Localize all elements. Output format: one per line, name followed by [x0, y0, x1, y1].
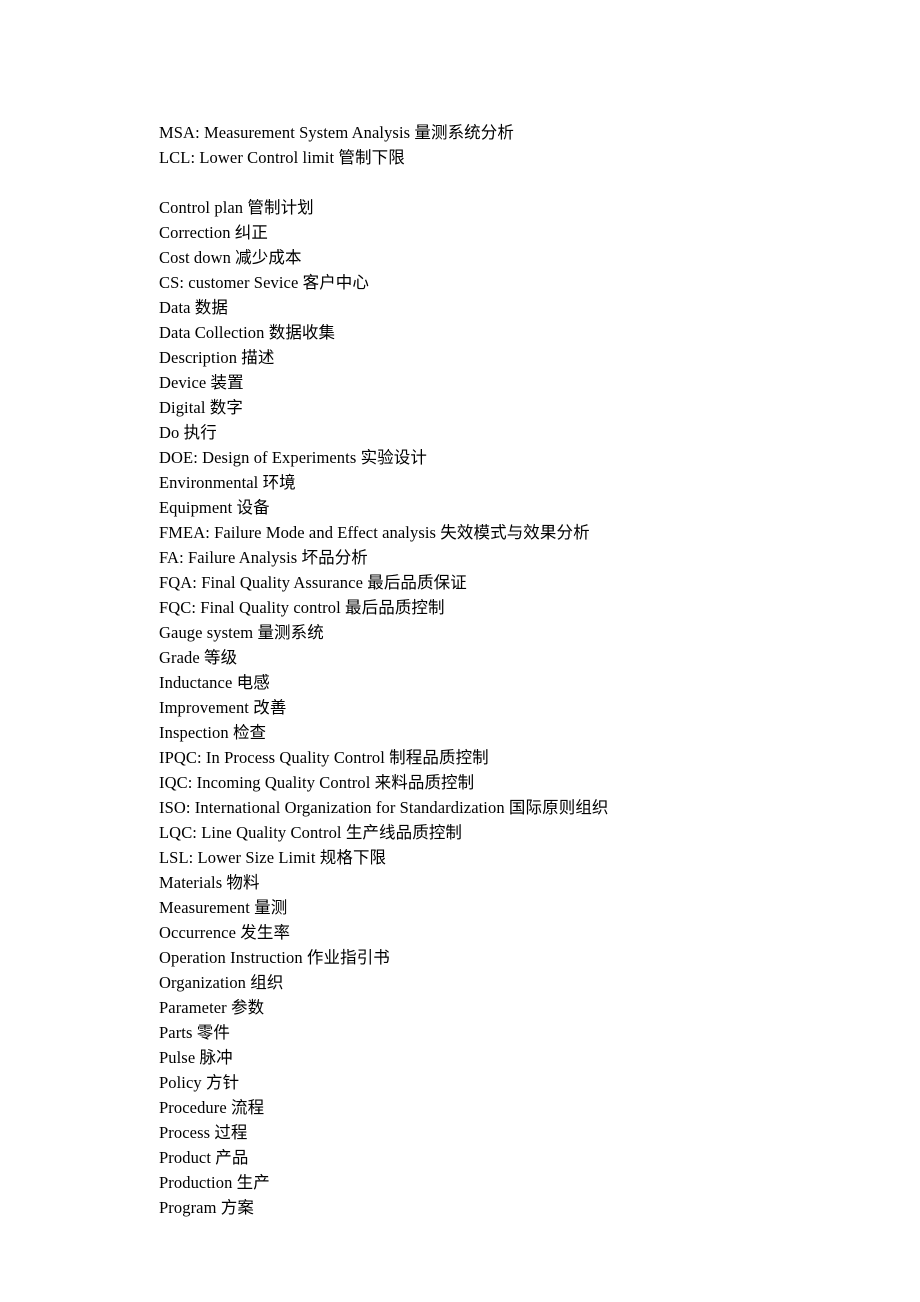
glossary-line: Policy 方针	[159, 1070, 920, 1095]
glossary-line: Process 过程	[159, 1120, 920, 1145]
glossary-line: FA: Failure Analysis 坏品分析	[159, 545, 920, 570]
glossary-line: Measurement 量测	[159, 895, 920, 920]
document-content: MSA: Measurement System Analysis 量测系统分析L…	[159, 120, 920, 1220]
glossary-line: FQA: Final Quality Assurance 最后品质保证	[159, 570, 920, 595]
glossary-line: Parameter 参数	[159, 995, 920, 1020]
glossary-line: FMEA: Failure Mode and Effect analysis 失…	[159, 520, 920, 545]
glossary-line: Data 数据	[159, 295, 920, 320]
glossary-line: IPQC: In Process Quality Control 制程品质控制	[159, 745, 920, 770]
blank-line	[159, 170, 920, 195]
glossary-line: LCL: Lower Control limit 管制下限	[159, 145, 920, 170]
glossary-line: DOE: Design of Experiments 实验设计	[159, 445, 920, 470]
glossary-line: Procedure 流程	[159, 1095, 920, 1120]
glossary-line: Cost down 减少成本	[159, 245, 920, 270]
glossary-line: Control plan 管制计划	[159, 195, 920, 220]
glossary-line: CS: customer Sevice 客户中心	[159, 270, 920, 295]
glossary-line: Operation Instruction 作业指引书	[159, 945, 920, 970]
glossary-line: Correction 纠正	[159, 220, 920, 245]
glossary-line: Grade 等级	[159, 645, 920, 670]
glossary-line: IQC: Incoming Quality Control 来料品质控制	[159, 770, 920, 795]
glossary-line: Equipment 设备	[159, 495, 920, 520]
glossary-line: Environmental 环境	[159, 470, 920, 495]
glossary-line: LQC: Line Quality Control 生产线品质控制	[159, 820, 920, 845]
glossary-line: ISO: International Organization for Stan…	[159, 795, 920, 820]
glossary-line: Occurrence 发生率	[159, 920, 920, 945]
glossary-line: Data Collection 数据收集	[159, 320, 920, 345]
glossary-line: Improvement 改善	[159, 695, 920, 720]
glossary-line: Materials 物料	[159, 870, 920, 895]
glossary-line: MSA: Measurement System Analysis 量测系统分析	[159, 120, 920, 145]
glossary-line: Digital 数字	[159, 395, 920, 420]
glossary-line: FQC: Final Quality control 最后品质控制	[159, 595, 920, 620]
glossary-line: Product 产品	[159, 1145, 920, 1170]
glossary-line: Do 执行	[159, 420, 920, 445]
glossary-line: Inductance 电感	[159, 670, 920, 695]
glossary-line: Description 描述	[159, 345, 920, 370]
glossary-line: Pulse 脉冲	[159, 1045, 920, 1070]
glossary-line: Organization 组织	[159, 970, 920, 995]
glossary-line: Parts 零件	[159, 1020, 920, 1045]
glossary-line: Gauge system 量测系统	[159, 620, 920, 645]
glossary-line: LSL: Lower Size Limit 规格下限	[159, 845, 920, 870]
glossary-line: Production 生产	[159, 1170, 920, 1195]
glossary-line: Program 方案	[159, 1195, 920, 1220]
glossary-line: Inspection 检查	[159, 720, 920, 745]
glossary-line: Device 装置	[159, 370, 920, 395]
